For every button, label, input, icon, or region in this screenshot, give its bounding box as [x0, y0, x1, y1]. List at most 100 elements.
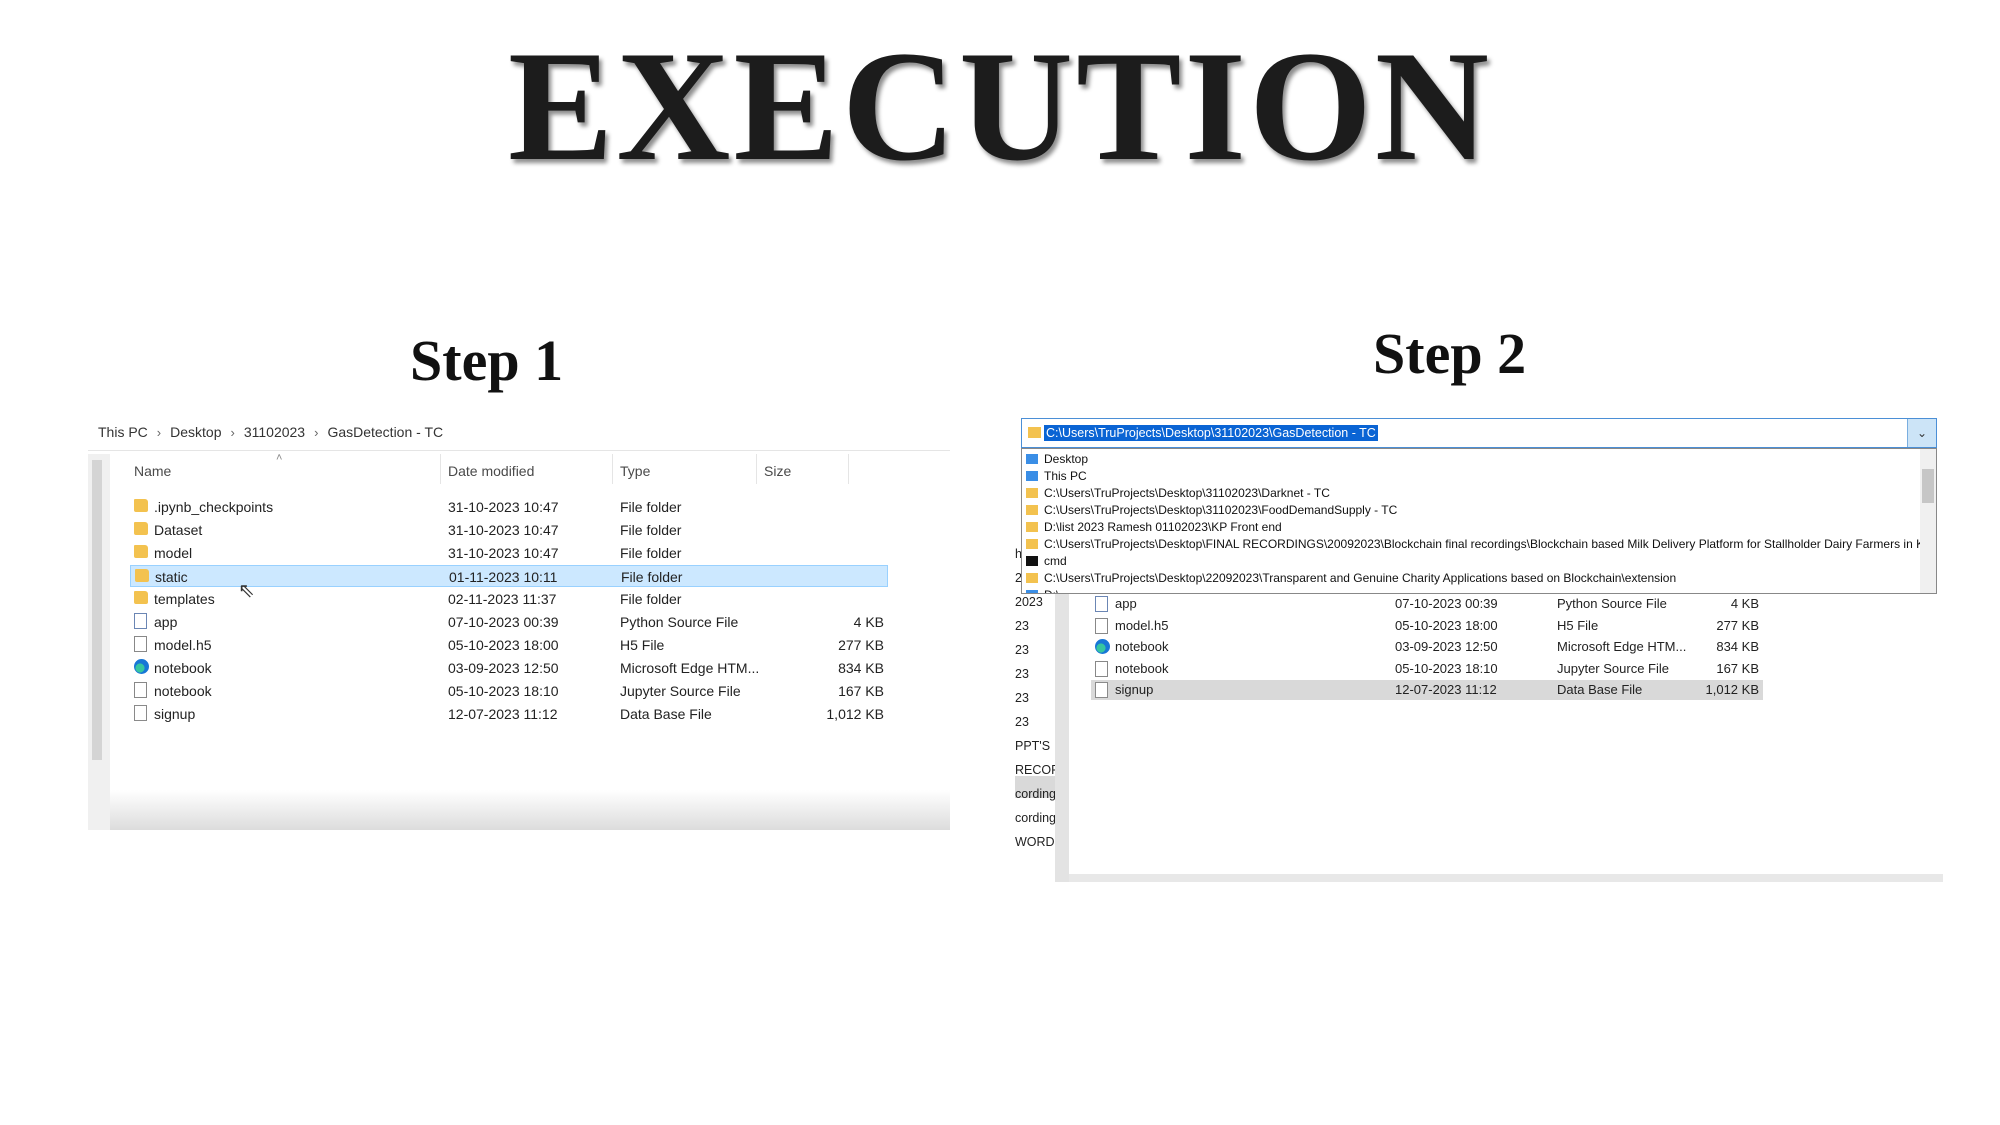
file-type: H5 File [1557, 617, 1599, 633]
file-size: 277 KB [1716, 617, 1759, 633]
slide-title: EXECUTION [508, 19, 1492, 194]
folder-icon [1026, 522, 1038, 532]
column-header-size[interactable]: Size [764, 463, 791, 479]
file-type: Python Source File [620, 614, 739, 630]
breadcrumb-item[interactable]: Desktop [170, 424, 221, 440]
column-divider[interactable] [612, 454, 613, 484]
chevron-right-icon: › [314, 425, 319, 440]
pc-icon [1026, 471, 1038, 481]
dropdown-item[interactable]: C:\Users\TruProjects\Desktop\31102023\Fo… [1044, 503, 1397, 517]
mouse-cursor-icon: ⇖ [238, 580, 255, 602]
file-date: 12-07-2023 11:12 [1395, 682, 1497, 697]
address-path-input[interactable]: C:\Users\TruProjects\Desktop\31102023\Ga… [1044, 425, 1378, 441]
folder-icon [1026, 573, 1038, 583]
file-size: 4 KB [1730, 596, 1759, 611]
file-row[interactable]: notebook 03-09-2023 12:50 Microsoft Edge H… [130, 657, 888, 679]
file-size: 277 KB [838, 637, 884, 653]
file-size: 1,012 KB [826, 706, 884, 722]
file-date: 31-10-2023 10:47 [448, 499, 559, 515]
file-date: 02-11-2023 11:37 [448, 591, 557, 607]
column-header-date[interactable]: Date modified [448, 463, 534, 479]
nav-item[interactable]: 23 [1015, 619, 1029, 633]
file-type: Data Base File [1557, 682, 1643, 697]
folder-icon [1026, 539, 1038, 549]
file-name: templates [154, 591, 215, 607]
file-name: Dataset [154, 522, 203, 538]
file-icon [1095, 617, 1108, 634]
nav-item[interactable]: 23 [1015, 667, 1029, 681]
file-row[interactable]: .ipynb_checkpoints 31-10-2023 10:47 File f… [130, 496, 888, 518]
column-divider[interactable] [440, 454, 441, 484]
edge-icon [1095, 639, 1110, 654]
breadcrumb-item[interactable]: 31102023 [244, 424, 305, 440]
file-name: notebook [154, 660, 212, 676]
file-date: 01-11-2023 10:11 [449, 569, 558, 585]
dropdown-item[interactable]: cmd [1044, 554, 1067, 568]
file-size: 167 KB [838, 683, 884, 699]
chevron-down-icon[interactable]: ⌄ [1907, 419, 1936, 447]
dropdown-item[interactable]: D:\list 2023 Ramesh 01102023\KP Front en… [1044, 520, 1282, 534]
breadcrumb-item[interactable]: GasDetection - TC [327, 424, 443, 440]
file-row[interactable]: app 07-10-2023 00:39 Python Source File 4 K… [1091, 594, 1763, 614]
file-row[interactable]: model.h5 05-10-2023 18:00 H5 File 277 KB [130, 634, 888, 656]
dropdown-item[interactable]: D:\ [1044, 588, 1059, 593]
file-name: notebook [1115, 660, 1169, 676]
file-row[interactable]: app 07-10-2023 00:39 Python Source File 4 K… [130, 611, 888, 633]
file-row[interactable]: model.h5 05-10-2023 18:00 H5 File 277 KB [1091, 616, 1763, 636]
nav-scrollbar[interactable] [92, 460, 102, 760]
breadcrumb-item[interactable]: This PC [98, 424, 148, 440]
file-size: 1,012 KB [1705, 682, 1760, 697]
file-date: 05-10-2023 18:00 [1395, 617, 1498, 633]
column-divider[interactable] [848, 454, 849, 484]
chevron-right-icon: › [156, 425, 162, 440]
file-type: File folder [621, 569, 683, 585]
file-row[interactable]: signup 12-07-2023 11:12 Data Base File 1,01… [130, 703, 888, 725]
file-type: Jupyter Source File [620, 683, 741, 699]
file-type: Microsoft Edge HTM... [1557, 639, 1687, 654]
dropdown-item[interactable]: This PC [1044, 469, 1087, 483]
nav-item[interactable]: 23 [1015, 691, 1029, 705]
dropdown-scroll-thumb[interactable] [1922, 469, 1934, 503]
nav-item[interactable]: 2023 [1015, 595, 1043, 609]
file-name: notebook [154, 683, 212, 699]
file-row[interactable]: Dataset 31-10-2023 10:47 File folder [130, 519, 888, 541]
file-row[interactable]: model 31-10-2023 10:47 File folder [130, 542, 888, 564]
nav-scrollbar[interactable] [1055, 594, 1069, 882]
nav-item[interactable]: PPT'S [1015, 739, 1050, 753]
window-bottom-edge [110, 790, 950, 830]
dropdown-item[interactable]: Desktop [1044, 452, 1088, 466]
file-type: H5 File [620, 637, 665, 653]
python-file-icon [134, 613, 147, 629]
cmd-icon [1026, 556, 1038, 566]
file-date: 31-10-2023 10:47 [448, 522, 559, 538]
file-size: 834 KB [838, 660, 884, 676]
window-bottom-edge [1069, 874, 1943, 882]
nav-item[interactable]: 23 [1015, 715, 1029, 729]
file-size: 4 KB [853, 614, 884, 630]
file-row[interactable]: notebook 03-09-2023 12:50 Microsoft Edge H… [1091, 637, 1763, 657]
column-header-type[interactable]: Type [620, 463, 650, 479]
address-bar[interactable]: C:\Users\TruProjects\Desktop\31102023\Ga… [1021, 418, 1937, 448]
file-name: app [154, 614, 178, 630]
header-divider [88, 450, 950, 451]
dropdown-item[interactable]: C:\Users\TruProjects\Desktop\FINAL RECOR… [1044, 537, 1936, 551]
file-type: Python Source File [1557, 596, 1667, 611]
column-header-name[interactable]: Name [134, 463, 171, 479]
nav-item[interactable]: 23 [1015, 643, 1029, 657]
file-type: Microsoft Edge HTM... [620, 660, 760, 676]
file-date: 31-10-2023 10:47 [448, 545, 559, 561]
file-date: 07-10-2023 00:39 [1395, 596, 1498, 611]
dropdown-item[interactable]: C:\Users\TruProjects\Desktop\31102023\Da… [1044, 486, 1330, 500]
file-type: Data Base File [620, 706, 712, 722]
chevron-right-icon: › [230, 425, 235, 440]
file-row[interactable]: notebook 05-10-2023 18:10 Jupyter Source F… [130, 680, 888, 702]
dropdown-scrollbar[interactable] [1920, 449, 1936, 593]
file-date: 12-07-2023 11:12 [448, 706, 558, 722]
file-name: signup [1115, 682, 1154, 697]
step-1-explorer-screenshot: This PC › Desktop › 31102023 › GasDetection - … [88, 418, 950, 830]
file-row[interactable]: signup 12-07-2023 11:12 Data Base File 1,01… [1091, 680, 1763, 700]
file-row[interactable]: notebook 05-10-2023 18:10 Jupyter Source F… [1091, 659, 1763, 679]
file-name: model [154, 545, 193, 561]
dropdown-item[interactable]: C:\Users\TruProjects\Desktop\22092023\Tr… [1044, 571, 1676, 585]
column-divider[interactable] [756, 454, 757, 484]
